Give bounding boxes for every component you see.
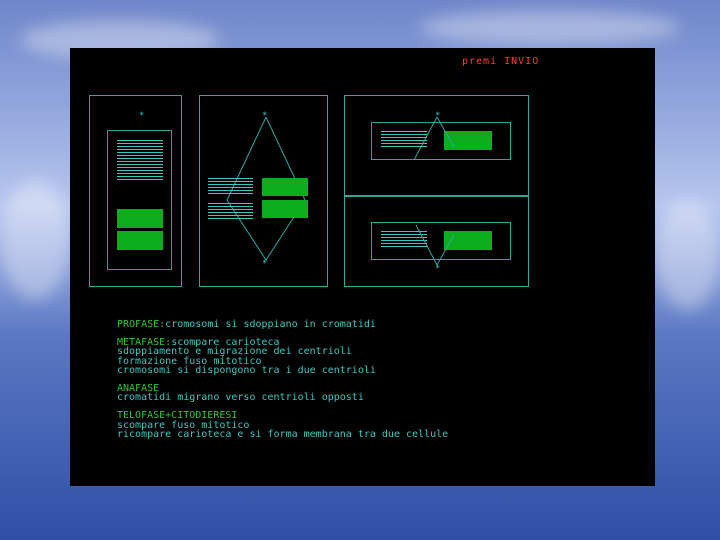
chromatin-lines [117,140,163,182]
profase-text: cromosomi si sdoppiano in cromatidi [165,319,376,330]
chromatid-lines [208,203,253,221]
centriole-bottom-icon: * [262,259,268,269]
phase-descriptions: PROFASE:cromosomi si sdoppiano in cromat… [117,319,637,440]
profase-title: PROFASE: [117,319,166,330]
chromosome-block [262,178,308,196]
cloud-decoration [0,180,70,300]
metafase-line-4: cromosomi si dispongono tra i due centri… [117,364,376,376]
chromatid-lines [208,178,253,196]
telofase-line-2: ricompare carioteca e si forma membrana … [117,428,449,440]
chromosome-block [117,231,163,250]
anaphase-spindle [413,116,455,266]
anafase-line-1: cromatidi migrano verso centrioli oppost… [117,392,364,404]
cloud-decoration [420,10,680,45]
cloud-decoration [655,200,720,310]
chromosome-block [262,200,308,218]
profase-line: PROFASE:cromosomi si sdoppiano in cromat… [117,319,637,330]
chromosome-block [117,209,163,228]
press-enter-prompt[interactable]: premi INVIO [462,56,539,67]
centriole-icon: * [139,111,145,121]
centriole-top-icon: * [262,111,268,121]
